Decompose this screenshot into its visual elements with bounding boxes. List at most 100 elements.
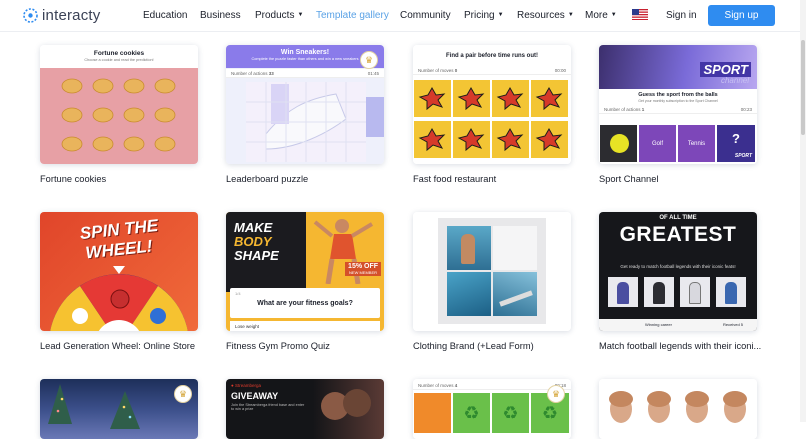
nav-template-gallery[interactable]: Template gallery	[316, 10, 389, 21]
cookie-grid	[40, 68, 198, 164]
stats-bar: Number of actions 1 00:23	[599, 105, 757, 114]
nav-community[interactable]: Community	[400, 10, 451, 21]
moves-value: 0	[454, 67, 458, 73]
puzzle-tile	[493, 272, 537, 316]
timer: 01:45	[367, 70, 379, 76]
nav-resources-label: Resources	[517, 10, 565, 21]
moves-label: Number of actions	[604, 106, 641, 112]
option-tennis: Tennis	[678, 125, 715, 162]
template-card-clothing-brand[interactable]	[413, 212, 571, 331]
player-card	[716, 277, 746, 307]
card-thumbnail: ♛	[40, 379, 198, 439]
moves-value: 1	[641, 106, 645, 112]
card-thumbnail: MAKE BODY SHAPE 15% OFF NEW MEMBER 1/4 W…	[226, 212, 384, 331]
puzzle-grid	[246, 82, 384, 162]
nav-business[interactable]: Business	[200, 10, 241, 21]
thumbnail-header: Fortune cookies Choose a cookie and read…	[40, 45, 198, 68]
quiz-question-box: 1/4 What are your fitness goals?	[230, 288, 380, 318]
nav-pricing[interactable]: Pricing ▼	[464, 10, 504, 21]
nav-education-label: Education	[143, 10, 188, 21]
face-portraits	[609, 391, 747, 423]
card-title[interactable]: Leaderboard puzzle	[226, 174, 308, 184]
option-mystery: ? SPORT	[717, 125, 755, 162]
timer: 00:00	[554, 67, 566, 73]
template-card-leaderboard-puzzle[interactable]: Win Sneakers! Complete the puzzle faster…	[226, 45, 384, 164]
nav-community-label: Community	[400, 10, 451, 21]
card-thumbnail	[599, 379, 757, 439]
nav-business-label: Business	[200, 10, 241, 21]
template-card-football-legends[interactable]: OF ALL TIME GREATEST Get ready to match …	[599, 212, 757, 331]
card-thumbnail: OF ALL TIME GREATEST Get ready to match …	[599, 212, 757, 331]
nav-more-label: More	[585, 10, 608, 21]
promo-line-3: SHAPE	[234, 248, 279, 263]
card-title[interactable]: Lead Generation Wheel: Online Store	[40, 341, 195, 351]
template-card-spin-wheel[interactable]: SPIN THE WHEEL!	[40, 212, 198, 331]
template-card-fast-food[interactable]: Find a pair before time runs out! Number…	[413, 45, 571, 164]
discount-badge: 15% OFF NEW MEMBER	[345, 262, 381, 276]
thumbnail-title: Fortune cookies	[93, 50, 145, 57]
logo-text: interacty	[42, 7, 101, 24]
template-card-recycling[interactable]: Number of moves 4 00:18 ♻ ♻ ♻ ♛	[413, 379, 571, 439]
promo-line-1: MAKE	[234, 220, 273, 235]
model-arm	[499, 290, 533, 307]
moves-label: Number of moves	[418, 382, 454, 388]
quiz-question: What are your fitness goals?	[257, 300, 353, 307]
sport-banner: SPORT channel	[599, 45, 757, 89]
sign-in-link[interactable]: Sign in	[666, 10, 697, 21]
discount-badge-sub: NEW MEMBER	[349, 270, 378, 275]
discount-badge-text: 15% OFF	[348, 263, 378, 270]
template-card-giveaway[interactable]: ● Streamberga GIVEAWAY Join the Streambe…	[226, 379, 384, 439]
scrollbar-thumb[interactable]	[801, 40, 805, 135]
template-card-sport-channel[interactable]: SPORT channel Guess the sport from the b…	[599, 45, 757, 164]
card-title[interactable]: Match football legends with their iconi.…	[599, 341, 761, 351]
tennis-ball-icon	[610, 134, 629, 153]
moves-label: Number of actions 33	[231, 71, 274, 76]
card-thumbnail: SPIN THE WHEEL!	[40, 212, 198, 331]
nav-more[interactable]: More ▼	[585, 10, 617, 21]
moves-value: 4	[454, 382, 458, 388]
banner-word: SPORT	[700, 62, 751, 77]
nav-products[interactable]: Products ▼	[255, 10, 303, 21]
card-thumbnail: SPORT channel Guess the sport from the b…	[599, 45, 757, 164]
thumbnail-title: Find a pair before time runs out!	[445, 53, 538, 59]
card-title[interactable]: Clothing Brand (+Lead Form)	[413, 341, 534, 351]
sign-up-button[interactable]: Sign up	[708, 5, 775, 26]
card-title[interactable]: Fitness Gym Promo Quiz	[226, 341, 330, 351]
recycle-icon: ♻	[492, 393, 529, 433]
brand-tag: ● Streamberga	[231, 383, 261, 388]
card-thumbnail: ● Streamberga GIVEAWAY Join the Streambe…	[226, 379, 384, 439]
stats-bar: Number of moves 0 00:00	[413, 66, 571, 75]
template-card-fitness-quiz[interactable]: MAKE BODY SHAPE 15% OFF NEW MEMBER 1/4 W…	[226, 212, 384, 331]
card-thumbnail: Find a pair before time runs out! Number…	[413, 45, 571, 164]
nav-pricing-label: Pricing	[464, 10, 495, 21]
promo-line-2: BODY	[234, 234, 272, 249]
card-title[interactable]: Fast food restaurant	[413, 174, 496, 184]
chevron-down-icon: ▼	[297, 11, 304, 18]
moves-label-text: Number of actions	[231, 70, 268, 76]
template-card-fortune-cookies[interactable]: Fortune cookies Choose a cookie and read…	[40, 45, 198, 164]
player-card	[644, 277, 674, 307]
timer: 00:23	[740, 106, 752, 112]
memory-card-grid	[414, 80, 568, 158]
nav-education[interactable]: Education	[143, 10, 187, 21]
template-card-faces[interactable]	[599, 379, 757, 439]
answer-label: Received 5	[723, 322, 744, 327]
top-navigation-bar: interacty Education Business Products ▼ T…	[0, 0, 800, 32]
logo[interactable]: interacty	[22, 7, 101, 24]
promo-headline: MAKE BODY SHAPE	[234, 221, 279, 263]
answer-label: Winning career	[645, 322, 672, 327]
player-card	[680, 277, 710, 307]
chevron-down-icon: ▼	[567, 11, 574, 18]
nav-resources[interactable]: Resources ▼	[517, 10, 574, 21]
template-card-night-scene[interactable]: ♛	[40, 379, 198, 439]
us-flag-icon[interactable]	[632, 9, 648, 20]
thumbnail-subtitle: Join the Streamberga friend base and ent…	[231, 403, 305, 411]
thumbnail-subtitle: Get ready to match football legends with…	[620, 264, 736, 269]
card-title[interactable]: Fortune cookies	[40, 174, 106, 184]
recycle-icon: ♻	[453, 393, 490, 433]
quiz-answer: Lose weight	[230, 321, 380, 331]
option-mystery-logo: SPORT	[734, 153, 752, 159]
card-thumbnail: Win Sneakers! Complete the puzzle faster…	[226, 45, 384, 164]
card-title[interactable]: Sport Channel	[599, 174, 658, 184]
nav-template-gallery-label: Template gallery	[316, 10, 389, 21]
